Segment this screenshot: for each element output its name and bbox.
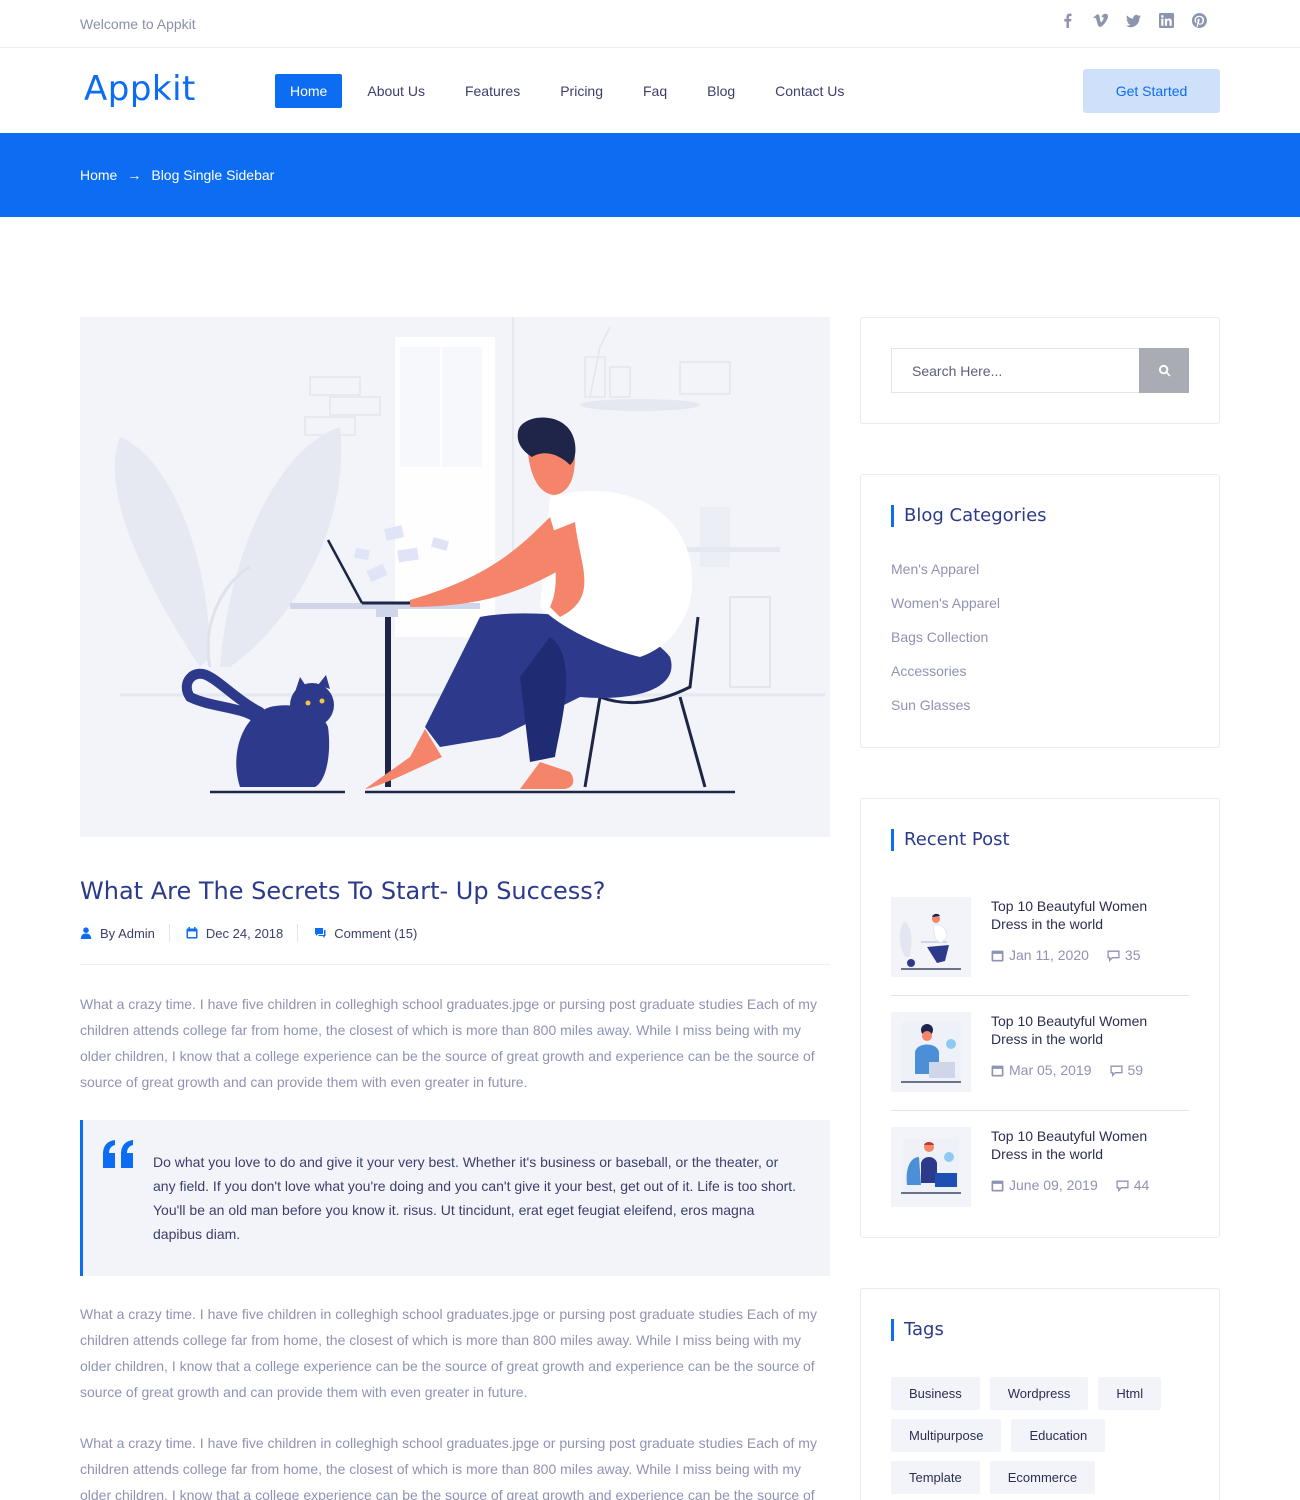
facebook-icon[interactable] [1059, 12, 1076, 29]
recent-post-item: Top 10 Beautyful Women Dress in the worl… [891, 1127, 1189, 1207]
tags-title: Tags [891, 1319, 944, 1341]
category-accessories[interactable]: Accessories [891, 661, 1000, 695]
get-started-button[interactable]: Get Started [1083, 69, 1220, 113]
breadcrumb-banner: Home → Blog Single Sidebar [0, 133, 1300, 217]
calendar-icon [991, 1065, 1004, 1076]
calendar-icon [991, 1180, 1004, 1191]
category-sun-glasses[interactable]: Sun Glasses [891, 695, 1000, 729]
recent-post-divider [891, 995, 1189, 996]
recent-post-comments: 35 [1124, 947, 1141, 963]
vimeo-icon[interactable] [1092, 12, 1109, 29]
search-button[interactable] [1139, 348, 1189, 393]
search-box [891, 348, 1189, 393]
comments-icon [315, 928, 326, 938]
category-womens-apparel[interactable]: Women's Apparel [891, 593, 1000, 627]
category-list: Men's Apparel Women's Apparel Bags Colle… [891, 559, 1000, 729]
recent-post-meta: Mar 05, 2019 59 [991, 1062, 1143, 1078]
tag-education[interactable]: Education [1011, 1419, 1106, 1452]
main-header: Appkit Home About Us Features Pricing Fa… [0, 49, 1300, 133]
calendar-icon [186, 927, 198, 939]
tag-cloud: Business Wordpress Html Multipurpose Edu… [891, 1377, 1191, 1494]
comment-icon [1109, 1065, 1123, 1077]
meta-comments: Comment (15) [314, 924, 431, 942]
breadcrumb-current: Blog Single Sidebar [151, 167, 275, 183]
nav-pricing[interactable]: Pricing [545, 74, 618, 108]
recent-post-date: Jan 11, 2020 [1009, 947, 1089, 963]
blockquote: Do what you love to do and give it your … [80, 1120, 830, 1276]
search-icon [1158, 364, 1171, 377]
search-input[interactable] [892, 349, 1140, 392]
social-links [1059, 12, 1208, 29]
post-paragraph-1: What a crazy time. I have five children … [80, 996, 817, 1090]
meta-divider [80, 964, 830, 965]
recent-post-title[interactable]: Top 10 Beautyful Women Dress in the worl… [991, 897, 1181, 933]
recent-posts-widget: Recent Post Top 10 Beautyful Women Dress… [860, 798, 1220, 1238]
post-author[interactable]: By Admin [100, 926, 155, 941]
top-bar: Welcome to Appkit [0, 0, 1300, 48]
post-meta: By Admin Dec 24, 2018 Comment (15) [80, 924, 447, 942]
recent-post-comments: 44 [1133, 1177, 1150, 1193]
linkedin-icon[interactable] [1158, 12, 1175, 29]
recent-post-thumbnail[interactable] [891, 1012, 971, 1092]
nav-blog[interactable]: Blog [692, 74, 750, 108]
main-nav: Home About Us Features Pricing Faq Blog … [275, 74, 869, 108]
tag-wordpress[interactable]: Wordpress [989, 1377, 1089, 1410]
quote-text: Do what you love to do and give it your … [153, 1154, 797, 1242]
nav-features[interactable]: Features [450, 74, 535, 108]
recent-post-item: Top 10 Beautyful Women Dress in the worl… [891, 897, 1189, 977]
recent-posts-title: Recent Post [891, 829, 1010, 851]
category-bags-collection[interactable]: Bags Collection [891, 627, 1000, 661]
nav-contact-us[interactable]: Contact Us [760, 74, 859, 108]
twitter-icon[interactable] [1125, 12, 1142, 29]
user-icon [80, 927, 92, 939]
recent-post-item: Top 10 Beautyful Women Dress in the worl… [891, 1012, 1189, 1092]
category-mens-apparel[interactable]: Men's Apparel [891, 559, 1000, 593]
categories-title: Blog Categories [891, 505, 1047, 527]
comment-icon [1116, 1180, 1129, 1192]
tag-multipurpose[interactable]: Multipurpose [891, 1419, 1002, 1452]
nav-faq[interactable]: Faq [628, 74, 682, 108]
tag-html[interactable]: Html [1098, 1377, 1162, 1410]
recent-post-date: Mar 05, 2019 [1009, 1062, 1092, 1078]
meta-author: By Admin [80, 924, 170, 942]
tags-widget: Tags Business Wordpress Html Multipurpos… [860, 1288, 1220, 1500]
post-paragraph-2: What a crazy time. I have five children … [80, 1306, 817, 1400]
tag-business[interactable]: Business [891, 1377, 980, 1410]
post-title: What Are The Secrets To Start- Up Succes… [80, 877, 606, 905]
tag-ecommerce[interactable]: Ecommerce [989, 1461, 1096, 1494]
recent-post-date: June 09, 2019 [1009, 1177, 1098, 1193]
post-date: Dec 24, 2018 [205, 925, 284, 941]
recent-post-title[interactable]: Top 10 Beautyful Women Dress in the worl… [991, 1012, 1181, 1048]
arrow-right-icon: → [127, 167, 142, 183]
recent-post-comments: 59 [1127, 1062, 1144, 1078]
meta-date: Dec 24, 2018 [186, 924, 299, 942]
breadcrumb-home[interactable]: Home [80, 167, 117, 183]
post-comments[interactable]: Comment (15) [334, 926, 417, 941]
recent-post-meta: Jan 11, 2020 35 [991, 947, 1141, 963]
recent-post-thumbnail[interactable] [891, 1127, 971, 1207]
comment-icon [1107, 950, 1120, 962]
recent-post-divider [891, 1110, 1189, 1111]
recent-post-meta: June 09, 2019 44 [991, 1177, 1149, 1193]
welcome-text: Welcome to Appkit [80, 16, 196, 32]
nav-home[interactable]: Home [275, 74, 343, 108]
tag-template[interactable]: Template [891, 1461, 980, 1494]
logo[interactable]: Appkit [84, 69, 196, 109]
quote-icon [103, 1140, 133, 1168]
post-paragraph-3: What a crazy time. I have five children … [80, 1435, 817, 1500]
recent-post-title[interactable]: Top 10 Beautyful Women Dress in the worl… [991, 1127, 1181, 1163]
categories-widget: Blog Categories Men's Apparel Women's Ap… [860, 474, 1220, 748]
search-widget [860, 317, 1220, 424]
breadcrumb: Home → Blog Single Sidebar [80, 167, 274, 183]
person-at-laptop-illustration [114, 317, 825, 794]
nav-about-us[interactable]: About Us [352, 74, 440, 108]
post-featured-image [80, 317, 830, 837]
recent-post-thumbnail[interactable] [891, 897, 971, 977]
pinterest-icon[interactable] [1191, 12, 1208, 29]
calendar-icon [991, 950, 1004, 961]
